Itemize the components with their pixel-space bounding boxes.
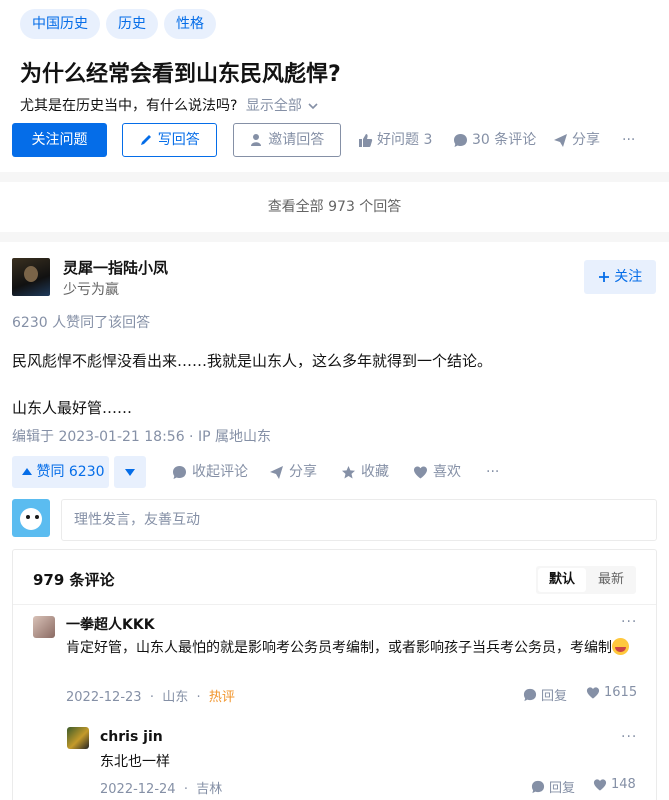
follow-author-button[interactable]: 关注	[584, 260, 656, 294]
sort-newest-tab[interactable]: 最新	[588, 568, 634, 592]
question-title: 为什么经常会看到山东民风彪悍?	[20, 62, 341, 87]
comment-location: 吉林	[196, 782, 223, 797]
sort-default-tab[interactable]: 默认	[538, 568, 586, 592]
question-comments-button[interactable]: 30 条评论	[453, 123, 536, 157]
share-icon	[270, 465, 283, 479]
view-all-answers-link[interactable]: 查看全部 973 个回答	[0, 182, 669, 232]
topic-tag[interactable]: 中国历史	[20, 9, 100, 39]
answer-more-button[interactable]: ···	[486, 456, 499, 488]
comment-like-button[interactable]: 148	[593, 777, 636, 792]
invite-answer-label: 邀请回答	[268, 132, 325, 148]
comment-icon	[173, 465, 186, 479]
show-all-link[interactable]: 显示全部	[246, 98, 320, 114]
current-user-avatar	[12, 499, 50, 537]
write-answer-label: 写回答	[157, 132, 200, 148]
upvote-button[interactable]: 赞同 6230	[12, 456, 109, 488]
plus-icon	[598, 272, 609, 282]
question-actions: 关注问题 写回答 邀请回答 好问题 3 30 条评论 分享 ···	[12, 123, 662, 157]
laugh-cry-emoji-icon	[612, 638, 629, 655]
write-answer-button[interactable]: 写回答	[122, 123, 217, 157]
comments-header: 979 条评论 默认 最新	[13, 550, 656, 605]
like-button[interactable]: 喜欢	[413, 456, 461, 488]
invite-user-icon	[250, 134, 261, 146]
edited-time: 编辑于 2023-01-21 18:56 · IP 属地山东	[12, 429, 271, 445]
invite-answer-button[interactable]: 邀请回答	[233, 123, 341, 157]
commenter-name[interactable]: chris jin	[100, 729, 163, 745]
answer-share-label: 分享	[289, 464, 317, 480]
comment-more-button[interactable]: ···	[621, 729, 637, 745]
hot-comment-badge: 热评	[208, 690, 235, 705]
author-avatar[interactable]	[12, 258, 50, 296]
topic-tag[interactable]: 历史	[106, 9, 158, 39]
comment-like-count: 1615	[604, 685, 638, 700]
follow-question-button[interactable]: 关注问题	[12, 123, 107, 157]
comments-panel: 979 条评论 默认 最新 一拳超人KKK ··· 肯定好管，山东人最怕的就是影…	[12, 549, 657, 800]
comment-icon	[454, 133, 467, 147]
question-more-button[interactable]: ···	[622, 123, 635, 157]
comment-icon	[523, 688, 537, 701]
comment-like-button[interactable]: 1615	[586, 685, 637, 700]
answer-card: 灵犀一指陆小凤 少亏为赢 关注 6230 人赞同了该回答 民风彪悍不彪悍没看出来…	[0, 242, 669, 800]
follow-author-label: 关注	[614, 269, 643, 285]
commenter-name[interactable]: 一拳超人KKK	[66, 614, 155, 634]
question-share-label: 分享	[572, 132, 600, 148]
answer-share-button[interactable]: 分享	[269, 456, 317, 488]
reply-button[interactable]: 回复	[523, 685, 567, 704]
upvote-label: 赞同 6230	[36, 464, 105, 480]
thumb-up-icon	[359, 133, 373, 147]
comment-meta: 2022-12-24 · 吉林	[100, 782, 223, 797]
reply-label: 回复	[549, 781, 576, 796]
comment-more-button[interactable]: ···	[621, 614, 637, 630]
collect-button[interactable]: 收藏	[341, 456, 389, 488]
heart-icon	[586, 686, 600, 699]
downvote-button[interactable]	[114, 456, 146, 488]
show-all-label: 显示全部	[245, 98, 302, 114]
comment-input[interactable]: 理性发言，友善互动	[61, 499, 657, 541]
comment-text: 东北也一样	[100, 754, 170, 770]
comments-count: 979 条评论	[33, 571, 115, 589]
topic-tag[interactable]: 性格	[164, 9, 216, 39]
collapse-comments-label: 收起评论	[192, 464, 248, 480]
comment-text-body: 肯定好管，山东人最怕的就是影响考公务员考编制，或者影响孩子当兵考公务员，考编制	[66, 640, 612, 656]
voters-count: 6230 人赞同了该回答	[12, 315, 151, 331]
comment-like-count: 148	[611, 777, 636, 792]
question-card: 中国历史 历史 性格 为什么经常会看到山东民风彪悍? 尤其是在历史当中，有什么说…	[0, 0, 669, 172]
commenter-avatar[interactable]	[67, 727, 89, 749]
commenter-avatar[interactable]	[33, 616, 55, 638]
collapse-comments-button[interactable]: 收起评论	[172, 456, 248, 488]
author-bio: 少亏为赢	[63, 282, 119, 298]
triangle-up-icon	[22, 468, 32, 475]
heart-icon	[593, 778, 607, 791]
comment-location: 山东	[162, 690, 189, 705]
question-detail-text: 尤其是在历史当中，有什么说法吗?	[20, 98, 238, 114]
heart-icon	[414, 466, 427, 478]
share-icon	[554, 133, 567, 147]
answer-paragraph: 山东人最好管……	[12, 399, 133, 417]
comment-icon	[531, 780, 545, 793]
comment-date: 2022-12-24	[100, 782, 176, 797]
comment-date: 2022-12-23	[66, 690, 142, 705]
like-label: 喜欢	[433, 464, 461, 480]
comment-text: 肯定好管，山东人最怕的就是影响考公务员考编制，或者影响孩子当兵考公务员，考编制	[66, 637, 636, 660]
question-detail: 尤其是在历史当中，有什么说法吗? 显示全部	[20, 95, 320, 115]
question-share-button[interactable]: 分享	[553, 123, 600, 157]
author-name[interactable]: 灵犀一指陆小凤	[63, 257, 168, 278]
collect-label: 收藏	[361, 464, 389, 480]
reply-label: 回复	[541, 689, 568, 704]
topic-tags: 中国历史 历史 性格	[20, 9, 216, 39]
reply-button[interactable]: 回复	[531, 777, 575, 796]
good-question-label: 好问题 3	[377, 132, 433, 148]
comment-meta: 2022-12-23 · 山东 · 热评	[66, 690, 235, 705]
star-icon	[342, 465, 355, 478]
answer-paragraph: 民风彪悍不彪悍没看出来……我就是山东人，这么多年就得到一个结论。	[12, 352, 493, 370]
good-question-button[interactable]: 好问题 3	[358, 123, 432, 157]
sort-switch: 默认 最新	[536, 566, 636, 594]
chevron-down-icon	[308, 103, 318, 110]
pen-icon	[141, 135, 152, 145]
question-comments-label: 30 条评论	[472, 132, 537, 148]
